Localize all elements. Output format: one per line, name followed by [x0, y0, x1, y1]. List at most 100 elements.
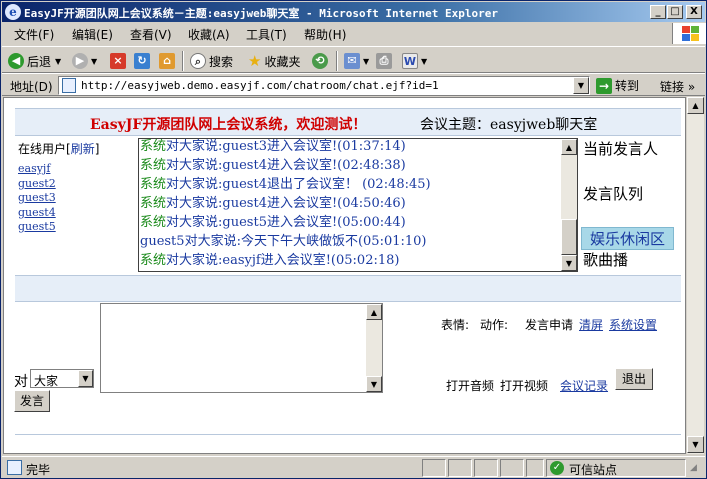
online-users-label: 在线用户[刷新] [18, 142, 100, 156]
chat-scrollbar[interactable]: ▲ ▼ [561, 139, 577, 271]
chat-line: guest5对大家说:今天下午大峡做饭不(05:01:10) [140, 232, 560, 251]
target-value: 大家 [34, 374, 59, 388]
favorites-button[interactable]: ★ 收藏夹 [248, 52, 300, 70]
leisure-area-tab[interactable]: 娱乐休闲区 [581, 227, 675, 250]
user-link[interactable]: guest4 [18, 206, 56, 221]
message-input[interactable]: ▲ ▼ [100, 303, 383, 393]
go-button[interactable]: → 转到 [596, 77, 639, 94]
scroll-up-icon[interactable]: ▲ [366, 304, 382, 320]
links-button[interactable]: 链接 » [660, 78, 695, 95]
mail-button[interactable]: ✉ ▼ [344, 52, 369, 70]
open-audio-label[interactable]: 打开音频 [446, 377, 494, 394]
clear-screen-link[interactable]: 清屏 [579, 316, 603, 333]
address-dropdown-button[interactable]: ▼ [573, 77, 589, 94]
check-icon: ✓ [550, 461, 564, 475]
chat-speaker: 系统 [140, 215, 167, 230]
scroll-thumb[interactable] [561, 219, 577, 255]
page-icon [62, 78, 76, 93]
current-speaker-label: 当前发言人 [583, 140, 659, 158]
meeting-record-text[interactable]: 会议记录 [560, 379, 608, 393]
status-cell [474, 459, 498, 477]
windows-flag-icon [672, 23, 706, 44]
address-label: 地址(D) [10, 80, 53, 94]
zone-text: 可信站点 [569, 463, 618, 477]
select-dropdown-button[interactable]: ▼ [78, 370, 93, 387]
system-settings-text[interactable]: 系统设置 [609, 318, 657, 332]
chat-log[interactable]: 系统对大家说:guest3进入会议室!(01:37:14) 系统对大家说:gue… [138, 138, 578, 272]
chat-to: 对大家说: [166, 196, 223, 211]
window-title: EasyJF开源团队网上会议系统－主题:easyjweb聊天室 - Micros… [24, 7, 499, 20]
toolbar: ◀ 后退 ▼ ▶ ▼ × ↻ ⌂ ⌕ 搜索 ★ 收藏夹 ⟲ ✉ ▼ ⎙ W ▼ [2, 46, 705, 73]
go-arrow-icon: → [596, 77, 612, 94]
go-label: 转到 [615, 79, 640, 93]
menu-file[interactable]: 文件(F) [14, 26, 54, 43]
clear-screen-text[interactable]: 清屏 [579, 318, 603, 332]
action-label[interactable]: 动作: [480, 316, 508, 333]
chat-text: guest4进入会议室!(04:50:46) [222, 196, 406, 211]
user-link[interactable]: easyjf [18, 162, 56, 177]
chat-to: 对大家说: [166, 177, 223, 192]
print-icon: ⎙ [376, 53, 392, 69]
exit-button[interactable]: 退出 [615, 368, 653, 390]
address-url: http://easyjweb.demo.easyjf.com/chatroom… [81, 79, 439, 92]
emotion-label[interactable]: 表情: [441, 316, 469, 333]
minimize-button[interactable]: _ [650, 5, 666, 19]
input-scrollbar[interactable]: ▲ ▼ [366, 304, 382, 392]
mail-icon: ✉ [344, 53, 360, 69]
edit-button[interactable]: W ▼ [402, 52, 427, 70]
menu-view[interactable]: 查看(V) [130, 26, 172, 43]
page-scrollbar[interactable]: ▲ ▼ [686, 97, 704, 454]
speaker-queue-label: 发言队列 [583, 185, 644, 203]
back-button[interactable]: ◀ 后退 ▼ [8, 52, 61, 70]
forward-arrow-icon: ▶ [72, 53, 88, 69]
menu-help[interactable]: 帮助(H) [304, 26, 346, 43]
chat-line: 系统对大家说:guest4进入会议室!(02:48:38) [140, 156, 560, 175]
history-button[interactable]: ⟲ [312, 52, 331, 70]
chat-to: 对大家说: [166, 139, 223, 154]
page-content: EasyJF开源团队网上会议系统，欢迎测试！ 会议主题：easyjweb聊天室 … [3, 97, 686, 454]
status-cell [526, 459, 544, 477]
system-settings-link[interactable]: 系统设置 [609, 316, 657, 333]
menu-tools[interactable]: 工具(T) [246, 26, 287, 43]
scroll-down-icon[interactable]: ▼ [366, 376, 382, 392]
menu-favorites[interactable]: 收藏(A) [188, 26, 230, 43]
scroll-up-icon[interactable]: ▲ [687, 97, 704, 114]
chat-line: 系统对大家说:guest5进入会议室!(05:00:44) [140, 213, 560, 232]
address-input[interactable]: http://easyjweb.demo.easyjf.com/chatroom… [58, 76, 590, 95]
meeting-record-link[interactable]: 会议记录 [560, 377, 608, 394]
refresh-button[interactable]: ↻ [134, 52, 153, 70]
stop-button[interactable]: × [110, 52, 129, 70]
maximize-button[interactable]: □ [667, 5, 683, 19]
scroll-down-icon[interactable]: ▼ [561, 255, 577, 271]
user-link[interactable]: guest5 [18, 220, 56, 235]
chat-text: easyjf进入会议室!(05:02:18) [222, 253, 400, 268]
refresh-icon: ↻ [134, 53, 150, 69]
print-button[interactable]: ⎙ [376, 52, 395, 70]
apply-speak-label[interactable]: 发言申请 [525, 316, 573, 333]
browser-window: e EasyJF开源团队网上会议系统－主题:easyjweb聊天室 - Micr… [0, 0, 707, 479]
chat-to: 对大家说: [166, 215, 223, 230]
home-button[interactable]: ⌂ [159, 52, 178, 70]
chevron-down-icon: ▼ [421, 56, 428, 66]
chat-speaker: 系统 [140, 139, 167, 154]
scroll-up-icon[interactable]: ▲ [561, 139, 577, 155]
chevron-down-icon: ▼ [55, 56, 62, 66]
menu-edit[interactable]: 编辑(E) [72, 26, 113, 43]
word-icon: W [402, 53, 418, 69]
star-icon: ★ [248, 52, 262, 70]
status-cell [422, 459, 446, 477]
search-button[interactable]: ⌕ 搜索 [190, 52, 233, 70]
close-button[interactable]: X [686, 5, 702, 19]
resize-grip-icon[interactable]: ◢ [690, 463, 697, 473]
user-link[interactable]: guest2 [18, 177, 56, 192]
target-select[interactable]: 大家 ▼ [30, 369, 94, 388]
user-link[interactable]: guest3 [18, 191, 56, 206]
send-button[interactable]: 发言 [14, 390, 50, 412]
online-users-text: 在线用户 [18, 142, 67, 156]
open-video-label[interactable]: 打开视频 [500, 377, 548, 394]
refresh-link[interactable]: 刷新 [71, 142, 95, 156]
title-bar: e EasyJF开源团队网上会议系统－主题:easyjweb聊天室 - Micr… [2, 2, 705, 22]
scroll-down-icon[interactable]: ▼ [687, 436, 704, 453]
forward-button[interactable]: ▶ ▼ [72, 52, 97, 70]
to-label: 对 [14, 374, 28, 390]
